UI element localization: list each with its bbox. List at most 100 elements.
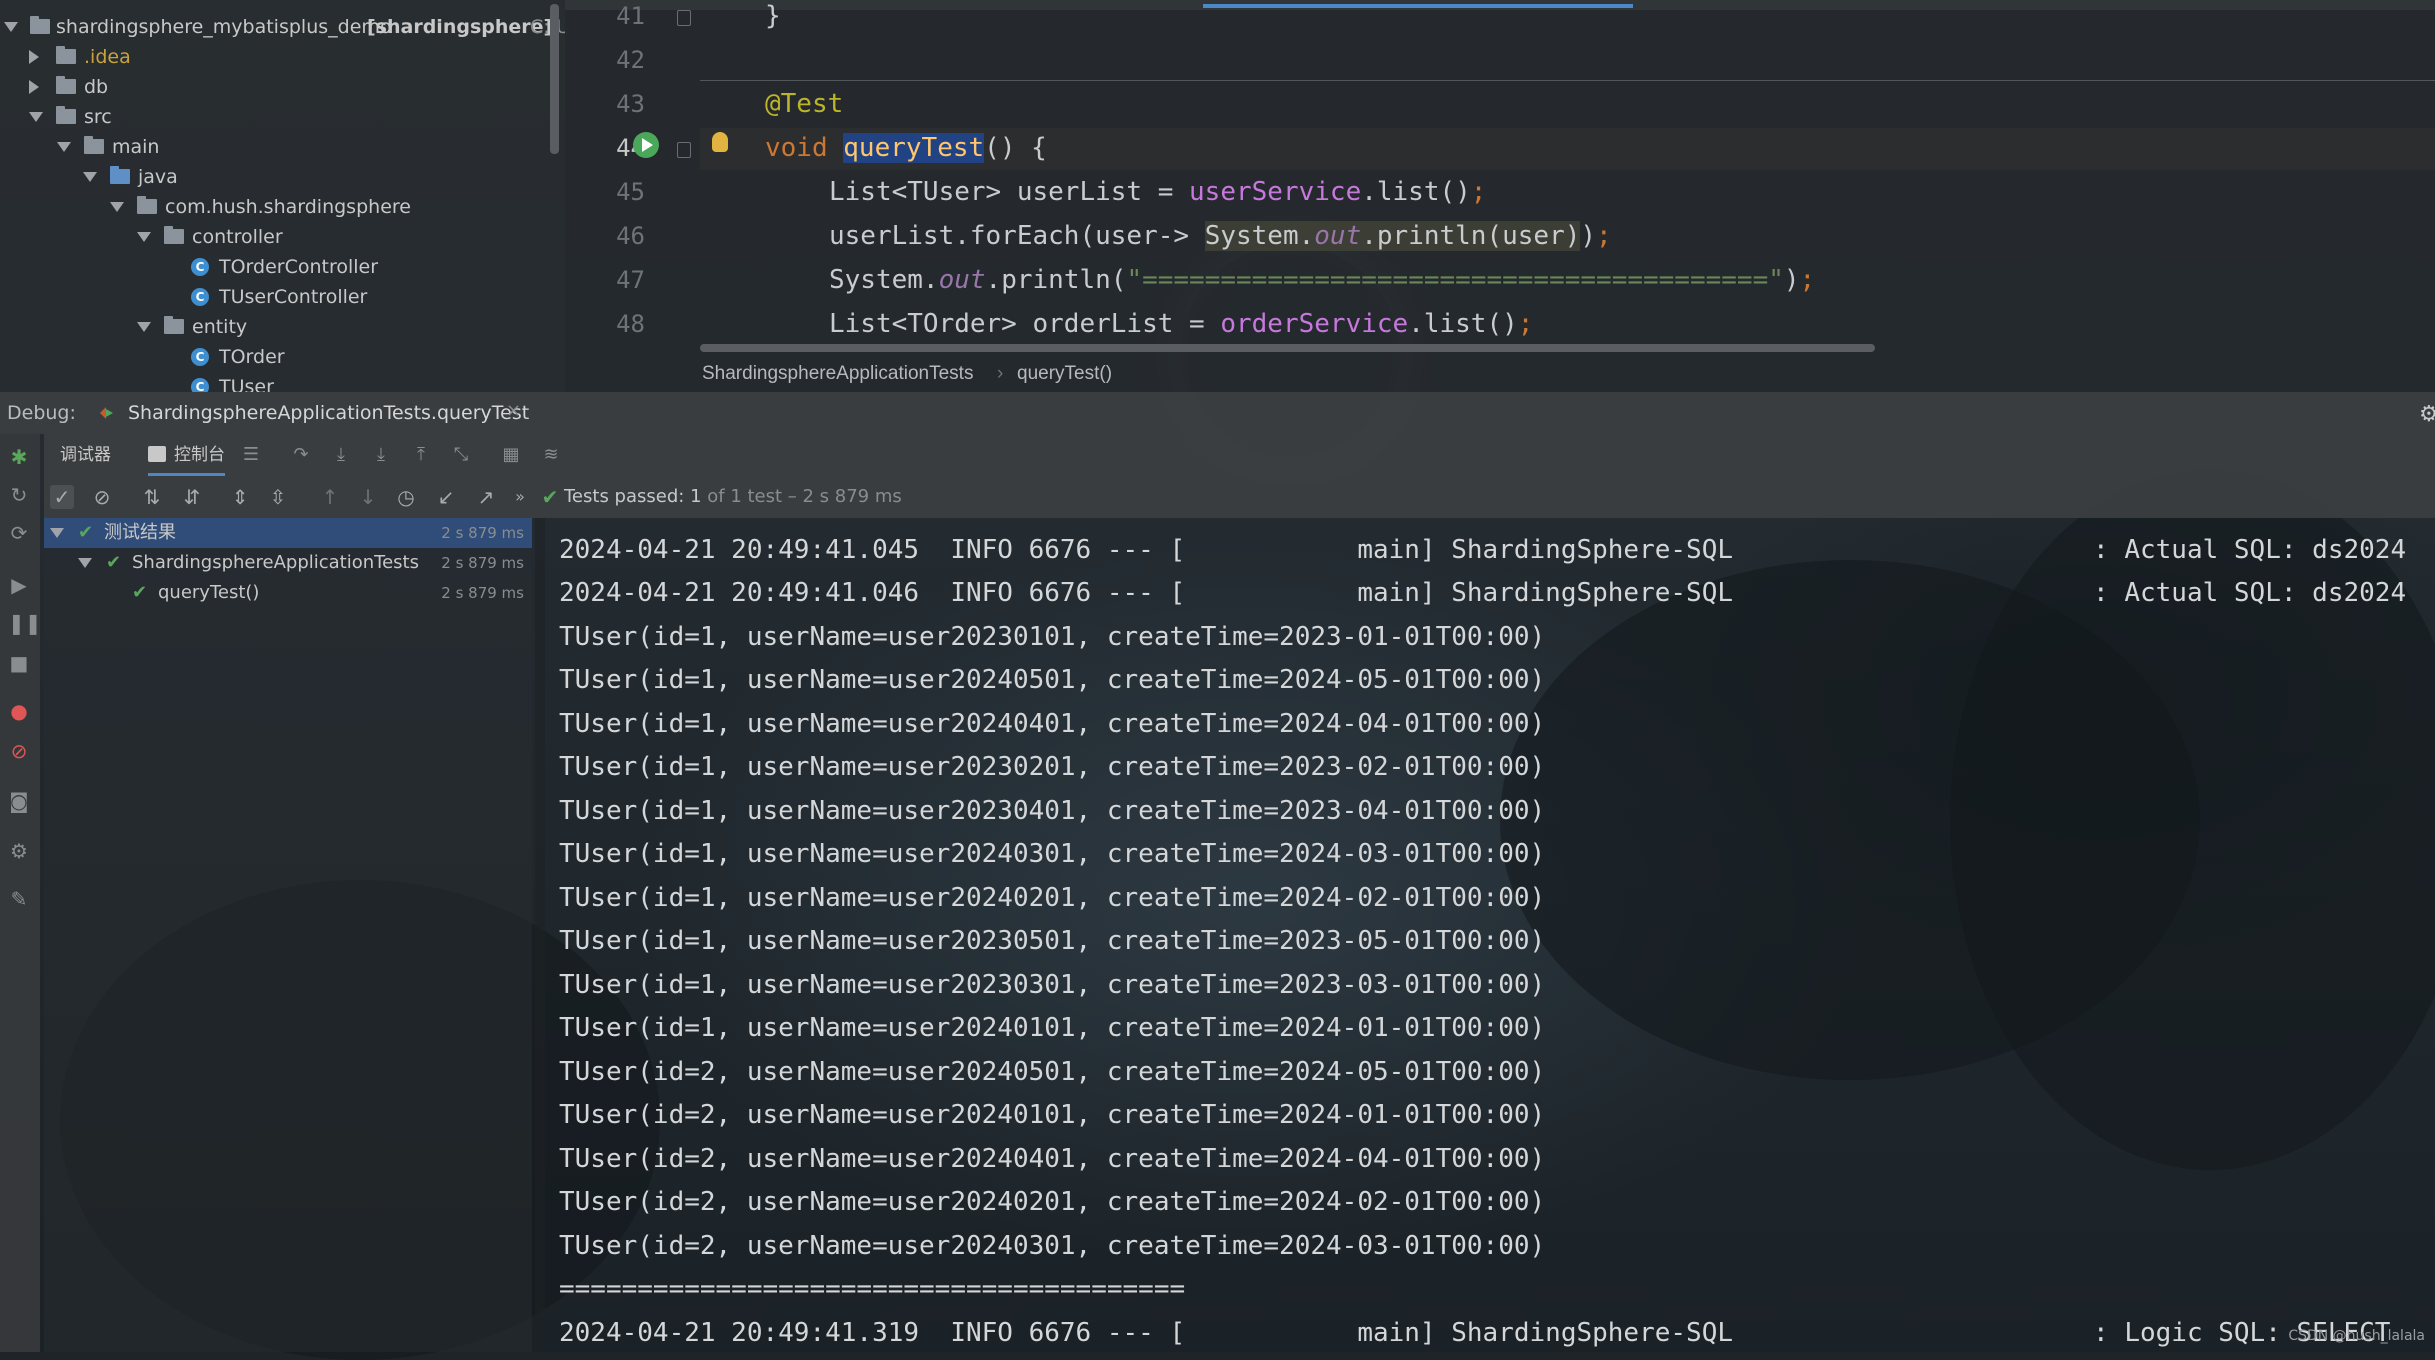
line-number: 46 (616, 222, 645, 250)
console-line: TUser(id=1, userName=user20240301, creat… (559, 839, 1546, 869)
evaluate-expression-icon[interactable]: ▦ (502, 446, 520, 464)
previous-failed-icon[interactable]: ↑ (318, 485, 342, 509)
editor-horizontal-scrollbar[interactable] (700, 344, 1875, 352)
expand-arrow-icon[interactable] (29, 112, 43, 122)
expand-arrow-icon[interactable] (4, 22, 18, 32)
history-icon[interactable]: ◷ (394, 485, 418, 509)
console-line: TUser(id=1, userName=user20240501, creat… (559, 665, 1546, 695)
folder-icon (84, 136, 104, 154)
test-row-class[interactable]: ✔ ShardingsphereApplicationTests 2 s 879… (44, 548, 532, 578)
tree-item-label: .idea (84, 46, 131, 68)
expand-all-icon[interactable]: ⇕ (228, 485, 252, 509)
breadcrumb-method[interactable]: queryTest() (1017, 363, 1112, 385)
next-failed-icon[interactable]: ↓ (356, 485, 380, 509)
test-row-root[interactable]: ✔ 测试结果 2 s 879 ms (44, 518, 532, 548)
package-icon (137, 196, 157, 214)
console-line: TUser(id=1, userName=user20230501, creat… (559, 926, 1546, 956)
view-breakpoints-icon[interactable]: ● (8, 700, 30, 722)
expand-arrow-icon[interactable] (57, 142, 71, 152)
export-tests-icon[interactable]: ↗ (474, 485, 498, 509)
camera-icon[interactable]: ◙ (8, 790, 30, 812)
console-icon (148, 446, 166, 462)
panel-divider[interactable] (535, 518, 545, 1352)
rerun-icon[interactable]: ✱ (8, 446, 30, 468)
gear-icon[interactable]: ⚙ (2419, 402, 2435, 427)
intention-bulb-icon[interactable] (712, 132, 728, 152)
stop-icon[interactable]: ■ (8, 652, 30, 674)
pin-icon[interactable]: ✎ (8, 888, 30, 910)
code-line: List<TOrder> orderList = orderService.li… (829, 309, 1534, 339)
console-line: TUser(id=2, userName=user20240401, creat… (559, 1144, 1546, 1174)
watermark: CSDN @hush_lalala (2288, 1328, 2425, 1344)
code-line: userList.forEach(user-> System.out.print… (829, 221, 1612, 251)
sort-by-duration-icon[interactable]: ⇵ (180, 485, 204, 509)
line-number: 47 (616, 266, 645, 294)
expand-arrow-icon[interactable] (137, 232, 151, 242)
debug-side-toolbar: ✱ ↻ ⟳ ▶ ❚❚ ■ ● ⊘ ◙ ⚙ ✎ (0, 434, 42, 1352)
run-test-icon[interactable] (633, 132, 659, 158)
code-editor[interactable]: 41 42 43 44 45 46 47 48 } @Test void que… (565, 0, 2435, 392)
class-icon: C (191, 258, 209, 276)
sort-alphabetically-icon[interactable]: ⇅ (140, 485, 164, 509)
pause-icon[interactable]: ❚❚ (8, 612, 42, 634)
code-line: void queryTest() { (765, 133, 1047, 163)
tab-console-label: 控制台 (174, 445, 225, 465)
mute-breakpoints-icon[interactable]: ⊘ (8, 740, 30, 762)
test-results-tree[interactable]: ✔ 测试结果 2 s 879 ms ✔ ShardingsphereApplic… (44, 518, 532, 1352)
expand-arrow-icon[interactable] (137, 322, 151, 332)
folder-icon (56, 76, 76, 94)
tree-item-label: TOrderController (219, 256, 379, 278)
tree-item-label: src (84, 106, 112, 128)
tab-console[interactable]: 控制台 (148, 434, 225, 476)
test-row-method[interactable]: ✔ queryTest() 2 s 879 ms (44, 578, 532, 608)
console-line: 2024-04-21 20:49:41.319 INFO 6676 --- [ … (559, 1318, 2391, 1348)
line-number: 45 (616, 178, 645, 206)
fold-marker-icon[interactable] (677, 10, 691, 26)
force-step-into-icon[interactable]: ⤓ (372, 446, 390, 464)
tree-scrollbar[interactable] (550, 4, 559, 154)
resume-icon[interactable]: ▶ (8, 574, 30, 596)
show-passed-icon[interactable]: ✓ (50, 485, 74, 509)
module-folder-icon (30, 16, 50, 34)
more-icon[interactable]: » (508, 485, 532, 509)
collapse-arrow-icon[interactable] (29, 80, 39, 94)
expand-arrow-icon[interactable] (83, 172, 97, 182)
console-line: TUser(id=1, userName=user20230201, creat… (559, 752, 1546, 782)
expand-arrow-icon[interactable] (50, 528, 64, 538)
console-output[interactable]: 2024-04-21 20:49:41.045 INFO 6676 --- [ … (545, 520, 2435, 1352)
breadcrumb: ShardingsphereApplicationTests › queryTe… (565, 355, 2435, 392)
console-line: TUser(id=1, userName=user20240201, creat… (559, 883, 1546, 913)
breadcrumb-class[interactable]: ShardingsphereApplicationTests (702, 363, 973, 385)
expand-arrow-icon[interactable] (78, 558, 92, 568)
collapse-arrow-icon[interactable] (29, 50, 39, 64)
close-icon[interactable]: × (506, 400, 521, 421)
source-folder-icon (110, 166, 130, 184)
expand-arrow-icon[interactable] (110, 202, 124, 212)
step-out-icon[interactable]: ⤒ (412, 446, 430, 464)
debug-session-tab[interactable]: ShardingsphereApplicationTests.queryTest (128, 402, 529, 424)
debug-tool-window-header: Debug: ShardingsphereApplicationTests.qu… (0, 392, 2435, 434)
tab-debugger[interactable]: 调试器 (60, 434, 111, 476)
step-over-icon[interactable]: ↷ (292, 446, 310, 464)
editor-gutter: 41 42 43 44 45 46 47 48 (565, 0, 685, 350)
show-ignored-icon[interactable]: ⊘ (90, 485, 114, 509)
rerun-failed-icon[interactable]: ↻ (8, 484, 30, 506)
tests-passed-detail: of 1 test – 2 s 879 ms (707, 486, 902, 507)
tree-item-label: controller (192, 226, 283, 248)
package-icon (164, 316, 184, 334)
breadcrumb-chevron-icon: › (997, 363, 1004, 384)
trace-icon[interactable]: ≋ (542, 446, 560, 464)
step-into-icon[interactable]: ⤓ (332, 446, 350, 464)
run-to-cursor-icon[interactable]: ⤡ (452, 446, 470, 464)
toggle-auto-test-icon[interactable]: ⟳ (8, 522, 30, 544)
fold-marker-icon[interactable] (677, 142, 691, 158)
layout-menu-icon[interactable]: ☰ (242, 446, 260, 464)
package-icon (164, 226, 184, 244)
collapse-all-icon[interactable]: ⇳ (266, 485, 290, 509)
test-duration: 2 s 879 ms (441, 584, 524, 602)
code-line: } (765, 1, 781, 31)
import-tests-icon[interactable]: ↙ (434, 485, 458, 509)
project-path: C:\U (530, 16, 565, 38)
console-line: TUser(id=2, userName=user20240201, creat… (559, 1187, 1546, 1217)
settings-icon[interactable]: ⚙ (8, 840, 30, 862)
